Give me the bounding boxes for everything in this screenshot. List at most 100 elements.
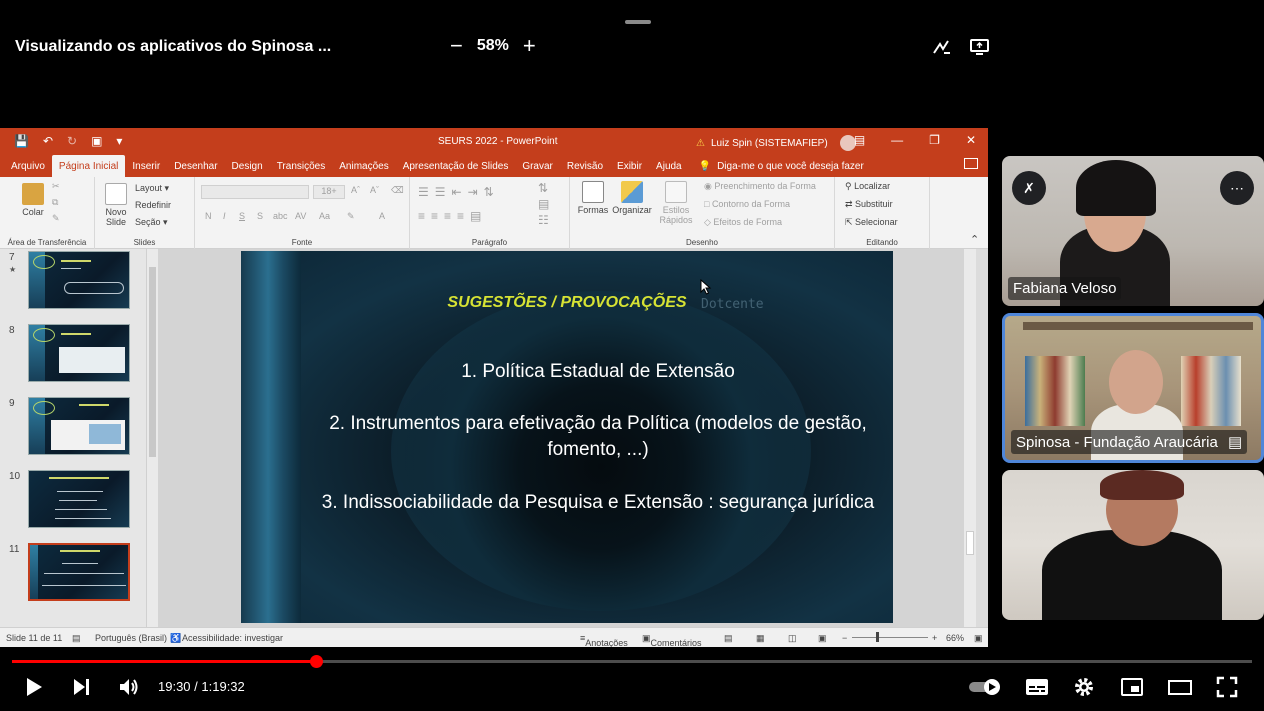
- maximize-icon[interactable]: ❐: [929, 133, 940, 147]
- shape-outline-button[interactable]: □ Contorno da Forma: [704, 199, 790, 209]
- redo-icon[interactable]: ↻: [67, 134, 77, 148]
- tab-pagina-inicial[interactable]: Página Inicial: [51, 155, 126, 177]
- grow-font-icon[interactable]: Aˆ: [351, 185, 360, 195]
- clear-format-icon[interactable]: ⌫: [391, 185, 404, 196]
- zoom-in-button[interactable]: +: [523, 35, 536, 57]
- ppt-user[interactable]: ⚠ Luiz Spin (SISTEMAFIEP): [696, 135, 856, 151]
- smartart-icon[interactable]: ☷: [538, 213, 549, 227]
- accessibility-status[interactable]: Acessibilidade: investigar: [182, 633, 283, 643]
- paste-button[interactable]: Colar: [18, 183, 48, 217]
- slideshow-view-icon[interactable]: ▣: [818, 633, 827, 644]
- tab-apresentacao[interactable]: Apresentação de Slides: [396, 155, 516, 177]
- settings-gear-icon[interactable]: [1073, 676, 1095, 698]
- customize-qat-icon[interactable]: ▾: [116, 134, 122, 148]
- replace-button[interactable]: ⇄ Substituir: [845, 199, 893, 210]
- layout-button[interactable]: Layout ▾: [135, 183, 169, 194]
- slide-thumbnail[interactable]: 7 ★: [0, 251, 146, 311]
- play-icon[interactable]: [24, 676, 44, 698]
- fullscreen-icon[interactable]: [1216, 676, 1238, 698]
- reset-button[interactable]: Redefinir: [135, 200, 171, 210]
- tab-transicoes[interactable]: Transições: [270, 155, 333, 177]
- tab-animacoes[interactable]: Animações: [332, 155, 395, 177]
- minimize-icon[interactable]: —: [891, 133, 903, 147]
- tab-design[interactable]: Design: [225, 155, 270, 177]
- tab-ajuda[interactable]: Ajuda: [649, 155, 689, 177]
- italic-button[interactable]: I: [223, 211, 226, 221]
- slide-thumbnail-selected[interactable]: 11: [0, 543, 146, 603]
- underline-button[interactable]: S: [239, 211, 245, 221]
- zoom-slider-thumb[interactable]: [876, 632, 879, 642]
- comments-pane-icon[interactable]: [964, 158, 978, 169]
- tab-exibir[interactable]: Exibir: [610, 155, 649, 177]
- participant-tile-active-speaker[interactable]: Spinosa - Fundação Araucária ▤: [1002, 313, 1264, 463]
- fit-slide-icon[interactable]: ▣: [974, 633, 983, 644]
- section-button[interactable]: Seção ▾: [135, 217, 168, 228]
- drag-handle[interactable]: [625, 20, 651, 24]
- bold-button[interactable]: N: [205, 211, 212, 221]
- spellcheck-icon[interactable]: ▤: [72, 633, 81, 644]
- zoom-out-icon[interactable]: −: [842, 633, 847, 643]
- participant-tile[interactable]: ✗ ⋯ Fabiana Veloso: [1002, 156, 1264, 306]
- ribbon-display-icon[interactable]: ▤: [854, 133, 865, 147]
- present-icon[interactable]: ▣: [91, 134, 102, 148]
- zoom-percent[interactable]: 66%: [946, 633, 964, 643]
- highlight-icon[interactable]: ✎: [347, 211, 355, 222]
- find-button[interactable]: ⚲ Localizar: [845, 181, 890, 192]
- progress-scrubber[interactable]: [310, 655, 323, 668]
- list-icons[interactable]: ☰☰⇤⇥⇅: [418, 185, 500, 199]
- annotate-icon[interactable]: [932, 38, 952, 56]
- close-icon[interactable]: ✕: [966, 133, 976, 147]
- volume-icon[interactable]: [118, 676, 140, 698]
- align-text-icon[interactable]: ▤: [538, 197, 549, 211]
- slide-thumbnail[interactable]: 10: [0, 470, 146, 530]
- autoplay-toggle-icon[interactable]: [968, 676, 1004, 698]
- slide-sorter-icon[interactable]: ▦: [756, 633, 765, 644]
- tab-inserir[interactable]: Inserir: [125, 155, 167, 177]
- zoom-slider[interactable]: [852, 637, 928, 638]
- select-button[interactable]: ⇱ Selecionar: [845, 217, 898, 228]
- slide-scrollbar[interactable]: [964, 249, 976, 627]
- collapse-ribbon-icon[interactable]: ⌃: [970, 233, 979, 246]
- new-slide-button[interactable]: Novo Slide: [101, 183, 131, 227]
- font-size-menu-button[interactable]: Aa: [319, 211, 330, 221]
- copy-icon[interactable]: ⧉: [52, 197, 58, 208]
- zoom-in-icon[interactable]: +: [932, 633, 937, 643]
- font-color-button[interactable]: A: [379, 211, 385, 221]
- tab-gravar[interactable]: Gravar: [515, 155, 560, 177]
- reading-view-icon[interactable]: ◫: [788, 633, 797, 644]
- tell-me-search[interactable]: 💡 Diga-me o que você deseja fazer: [689, 161, 872, 177]
- font-size-box[interactable]: 18+: [313, 185, 345, 199]
- subtitles-icon[interactable]: [1025, 676, 1049, 698]
- arrange-button[interactable]: Organizar: [612, 181, 652, 215]
- participant-tile[interactable]: [1002, 470, 1264, 620]
- quick-styles-button[interactable]: Estilos Rápidos: [654, 181, 698, 225]
- comments-button[interactable]: ▣ Comentários: [642, 633, 702, 647]
- zoom-out-button[interactable]: −: [450, 35, 463, 57]
- save-icon[interactable]: 💾: [14, 134, 29, 148]
- normal-view-icon[interactable]: ▤: [724, 633, 733, 644]
- theater-mode-icon[interactable]: [1167, 676, 1193, 698]
- language-status[interactable]: Português (Brasil): [95, 633, 167, 643]
- undo-icon[interactable]: ↶: [43, 134, 53, 148]
- thumbnail-scrollbar[interactable]: [146, 249, 158, 627]
- align-icons[interactable]: ≡≡≡≡▤: [418, 209, 487, 223]
- shape-fill-button[interactable]: ◉ Preenchimento da Forma: [704, 181, 816, 192]
- shrink-font-icon[interactable]: Aˇ: [370, 185, 379, 195]
- text-direction-icon[interactable]: ⇅: [538, 181, 548, 195]
- slide-thumbnail[interactable]: 8: [0, 324, 146, 384]
- tab-arquivo[interactable]: Arquivo: [4, 155, 52, 177]
- cut-icon[interactable]: ✂: [52, 181, 60, 192]
- slide-thumbnail[interactable]: 9: [0, 397, 146, 457]
- miniplayer-icon[interactable]: [1120, 676, 1144, 698]
- strike-button[interactable]: S: [257, 211, 263, 221]
- tab-revisao[interactable]: Revisão: [560, 155, 610, 177]
- next-icon[interactable]: [72, 676, 92, 698]
- pin-off-icon[interactable]: ✗: [1012, 171, 1046, 205]
- change-case-button[interactable]: AV: [295, 211, 306, 221]
- shape-effects-button[interactable]: ◇ Efeitos de Forma: [704, 217, 782, 228]
- format-painter-icon[interactable]: ✎: [52, 213, 60, 224]
- more-options-icon[interactable]: ⋯: [1220, 171, 1254, 205]
- font-name-box[interactable]: [201, 185, 309, 199]
- shapes-button[interactable]: Formas: [576, 181, 610, 215]
- current-slide[interactable]: Dotcente SUGESTÕES / PROVOCAÇÕES 1. Polí…: [241, 251, 893, 623]
